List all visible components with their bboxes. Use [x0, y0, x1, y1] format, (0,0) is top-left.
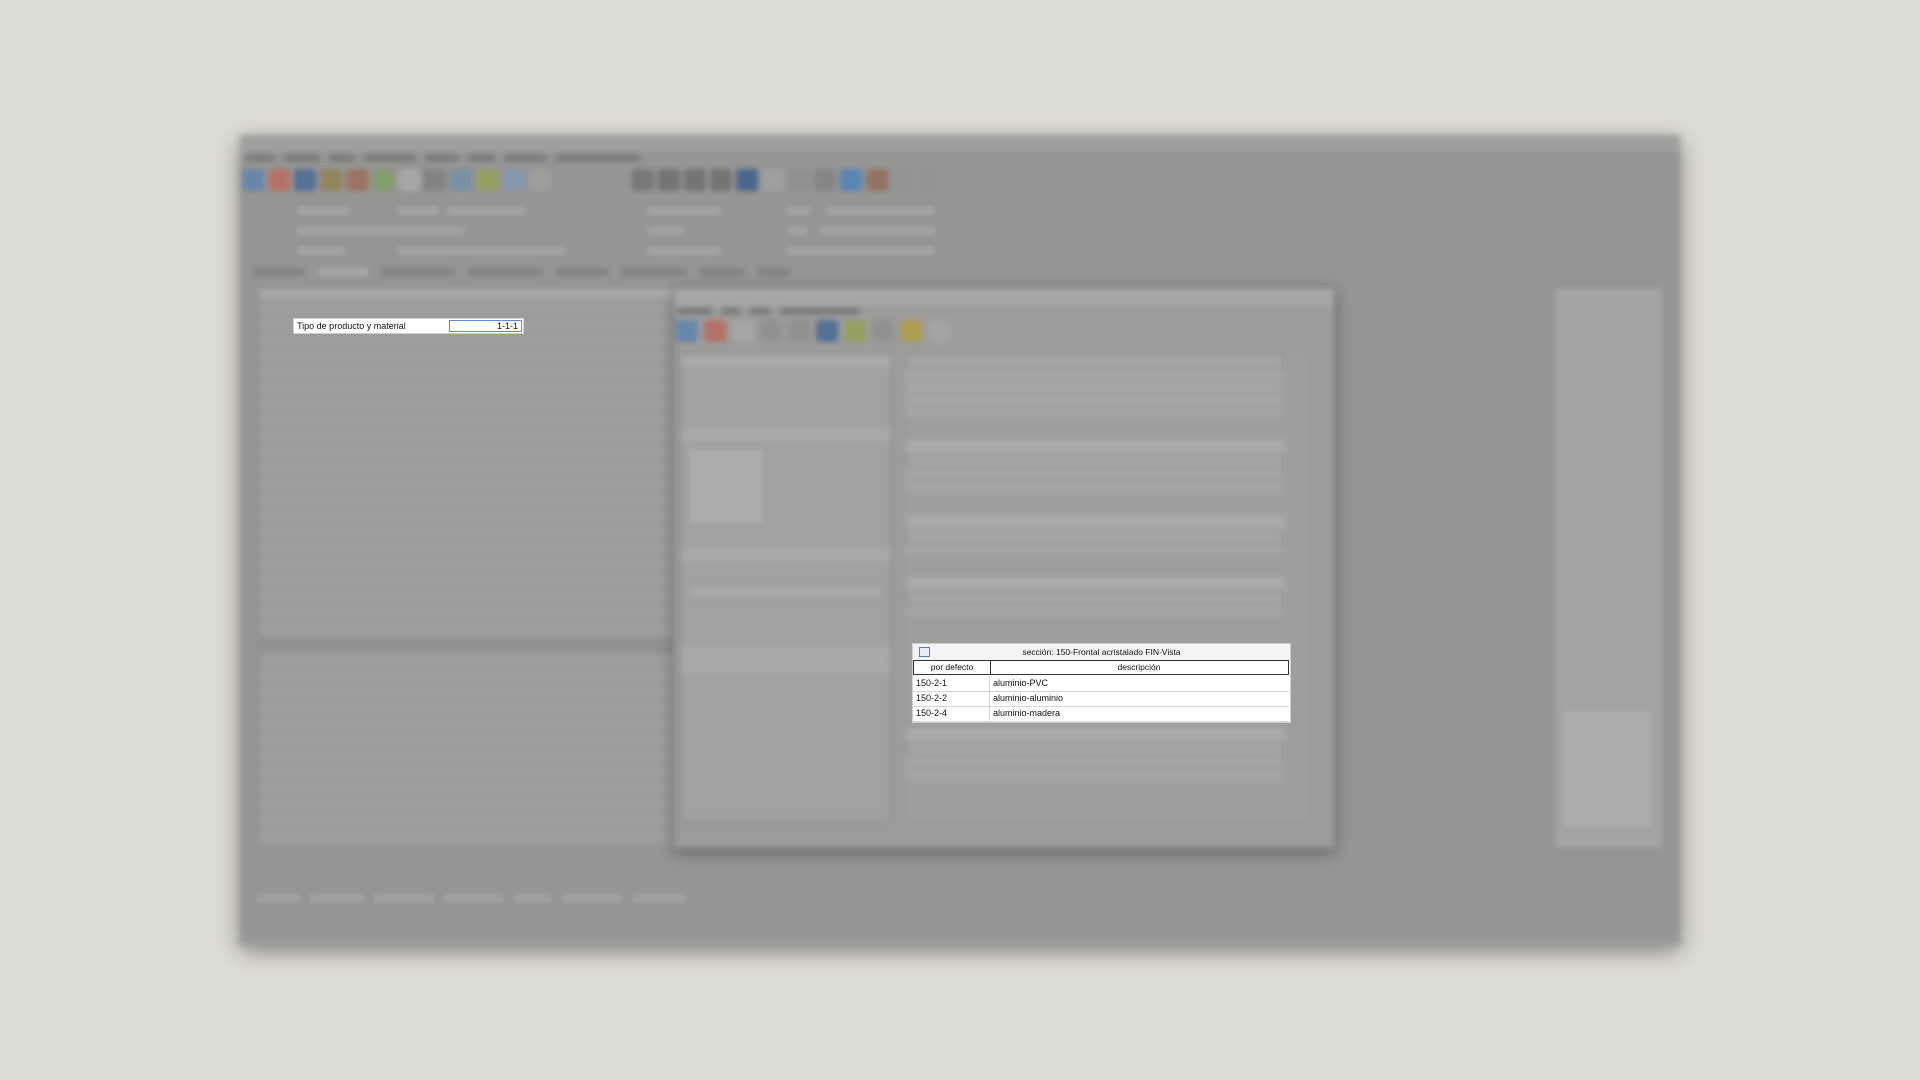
tab — [700, 268, 744, 276]
header-input — [396, 245, 566, 256]
header-input — [786, 245, 936, 256]
toolbar-icon — [320, 169, 342, 191]
toolbar-icon — [762, 169, 784, 191]
table-row[interactable]: 150-2-1 aluminio-PVC — [913, 676, 1289, 692]
header-fields — [246, 205, 1246, 265]
toolbar-icon — [606, 169, 628, 191]
section-table-icon[interactable] — [919, 647, 930, 657]
header-input — [296, 205, 350, 216]
dialog-filter-panel — [680, 354, 892, 822]
toolbar-icon — [710, 169, 732, 191]
tab — [382, 268, 454, 276]
image-placeholder — [687, 447, 765, 525]
toolbar-icon — [814, 169, 836, 191]
column-header-default[interactable]: por defecto — [914, 661, 991, 674]
column-header-description[interactable]: descripción — [991, 661, 1287, 674]
group-select — [687, 585, 883, 599]
tab — [758, 268, 790, 276]
tab — [468, 268, 542, 276]
section-column-header: por defecto descripción — [913, 660, 1289, 675]
toolbar-icon — [658, 169, 680, 191]
tab — [556, 268, 608, 276]
header-input — [646, 245, 722, 256]
save-icon — [294, 169, 316, 191]
panel-header — [681, 647, 891, 659]
toolbar-icon — [918, 169, 940, 191]
toolbar-icon — [346, 169, 368, 191]
toolbar-icon — [892, 169, 914, 191]
main-tab-strip — [254, 268, 790, 276]
toolbar-icon — [866, 169, 888, 191]
row-code: 150-2-1 — [916, 678, 948, 688]
header-input — [818, 225, 936, 236]
dialog-sections-panel — [906, 354, 1306, 820]
product-type-label: Tipo de producto y material — [297, 321, 406, 331]
tab-active — [318, 268, 368, 276]
header-input — [786, 205, 812, 216]
header-input — [786, 225, 808, 236]
toolbar-icon — [372, 169, 394, 191]
header-input — [646, 225, 686, 236]
section-card-150: sección: 150-Frontal acristalado FIN-Vis… — [912, 643, 1291, 723]
toolbar-icon — [788, 169, 810, 191]
main-menu-bar — [240, 151, 1680, 165]
dialog-menu-bar — [678, 308, 860, 314]
header-input — [826, 205, 936, 216]
toolbar-icon — [580, 169, 602, 191]
lookup-dialog — [673, 287, 1335, 849]
toolbar-icon — [268, 169, 290, 191]
toolbar-icon — [424, 169, 446, 191]
right-preview-panel — [1554, 287, 1664, 849]
main-title-bar — [240, 135, 1680, 151]
header-input — [646, 205, 722, 216]
refresh-icon — [840, 169, 862, 191]
panel-header — [681, 661, 891, 673]
table-row[interactable]: 150-2-4 aluminio-madera — [913, 706, 1289, 722]
header-input — [296, 245, 346, 256]
toolbar-icon — [554, 169, 576, 191]
status-bar — [240, 933, 1680, 945]
main-toolbar — [242, 166, 1678, 194]
product-type-field[interactable]: Tipo de producto y material 1-1-1 — [293, 318, 524, 334]
toolbar-icon — [476, 169, 498, 191]
toolbar-icon — [736, 169, 758, 191]
toolbar-icon — [398, 169, 420, 191]
product-type-value-input[interactable]: 1-1-1 — [449, 320, 522, 332]
toolbar-icon — [528, 169, 550, 191]
row-description: aluminio-PVC — [993, 678, 1049, 688]
panel-header — [681, 429, 891, 441]
background-application — [240, 135, 1680, 945]
panel-header — [681, 549, 891, 561]
tab — [254, 268, 304, 276]
attribute-grid — [258, 287, 680, 849]
row-description: aluminio-aluminio — [993, 693, 1064, 703]
row-code: 150-2-4 — [916, 708, 948, 718]
dialog-title-bar — [674, 288, 1334, 306]
section-title: sección: 150-Frontal acristalado FIN-Vis… — [913, 644, 1290, 661]
header-input — [296, 225, 466, 236]
table-row[interactable]: 150-2-2 aluminio-aluminio — [913, 691, 1289, 707]
tab — [622, 268, 686, 276]
bottom-button-bar — [254, 891, 688, 905]
toolbar-icon — [632, 169, 654, 191]
dialog-toolbar — [676, 320, 950, 342]
toolbar-icon — [242, 169, 264, 191]
toolbar-icon — [502, 169, 524, 191]
row-code: 150-2-2 — [916, 693, 948, 703]
header-input — [446, 205, 526, 216]
header-input — [396, 205, 440, 216]
grid-header — [259, 288, 679, 301]
toolbar-icon — [684, 169, 706, 191]
main-window — [240, 135, 1680, 945]
row-description: aluminio-madera — [993, 708, 1061, 718]
toolbar-icon — [450, 169, 472, 191]
panel-header — [681, 355, 891, 367]
